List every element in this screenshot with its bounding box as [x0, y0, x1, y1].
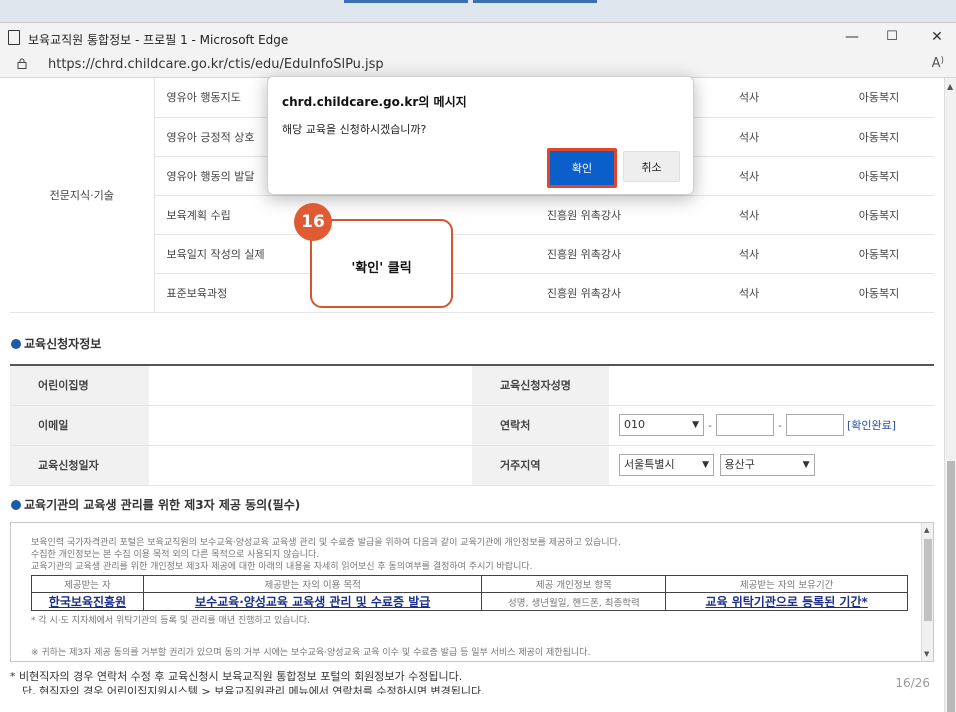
region-label: 거주지역 — [472, 445, 609, 486]
confirm-dialog: chrd.childcare.go.kr의 메시지 해당 교육을 신청하시겠습니… — [267, 76, 694, 195]
course-lecturer: 진흥원 위촉강사 — [494, 195, 674, 235]
footer-note: 단, 현직자의 경우 어린이집지원시스템 > 보육교직원관리 메뉴에서 연락처를… — [22, 685, 485, 694]
address-bar[interactable]: https://chrd.childcare.go.kr/ctis/edu/Ed… — [0, 52, 956, 78]
third-party-header: 제공받는 자 — [31, 575, 144, 593]
region-value: 서울특별시 ▼ 용산구 ▼ — [609, 445, 934, 486]
consent-box[interactable]: 보육인력 국가자격관리 포털은 보육교직원의 보수교육·양성교육 교육생 관리 … — [10, 522, 934, 662]
course-major: 아동복지 — [824, 234, 934, 274]
dash: - — [778, 418, 782, 432]
course-degree: 석사 — [674, 117, 824, 157]
taskbar-segment — [473, 0, 597, 3]
course-major: 아동복지 — [824, 273, 934, 313]
form-row: 어린이집명 교육신청자성명 — [10, 365, 934, 406]
taskbar-strip — [0, 0, 956, 22]
phone-middle-input[interactable] — [716, 414, 774, 436]
dash: - — [708, 418, 712, 432]
contact-value: 010 ▼ - - [확인완료] — [609, 405, 934, 446]
applicant-name-value — [609, 365, 934, 406]
cancel-button[interactable]: 취소 — [623, 151, 680, 182]
footer-note: * 비현직자의 경우 연락처 수정 후 교육신청시 보육교직원 통합정보 포털의… — [10, 670, 463, 683]
minimize-button[interactable]: — — [842, 29, 862, 45]
course-lecturer: 진흥원 위촉강사 — [494, 234, 674, 274]
scroll-up-icon[interactable]: ▲ — [924, 526, 929, 534]
contact-label: 연락처 — [472, 405, 609, 446]
consent-scrollbar[interactable]: ▲ ▼ — [921, 523, 933, 661]
form-row: 이메일 연락처 010 ▼ - - [확인완료] — [10, 405, 934, 446]
dialog-title: chrd.childcare.go.kr의 메시지 — [282, 95, 467, 109]
page-number: 16/26 — [895, 676, 930, 690]
course-major: 아동복지 — [824, 195, 934, 235]
phone-last-input[interactable] — [786, 414, 844, 436]
callout-text: '확인' 클릭 — [351, 261, 412, 276]
third-party-value: 한국보육진흥원 — [31, 592, 144, 611]
consent-note: ※ 귀하는 제3자 제공 동의를 거부할 권리가 있으며 동의 거부 시에는 보… — [31, 648, 591, 658]
third-party-value: 보수교육·양성교육 교육생 관리 및 수료증 발급 — [142, 592, 483, 611]
url-text[interactable]: https://chrd.childcare.go.kr/ctis/edu/Ed… — [48, 57, 384, 72]
course-degree: 석사 — [674, 234, 824, 274]
chevron-down-icon: ▼ — [802, 460, 810, 470]
course-degree: 석사 — [674, 195, 824, 235]
application-date-value — [149, 445, 472, 486]
taskbar-segment — [344, 0, 468, 3]
third-party-table: 제공받는 자 제공받는 자의 이용 목적 제공 개인정보 항목 제공받는 자의 보유기… — [31, 575, 908, 611]
applicant-form: 어린이집명 교육신청자성명 이메일 연락처 010 ▼ - - [확인완료] 교육신청일… — [10, 364, 934, 486]
bullet-icon — [11, 500, 21, 510]
applicant-name-label: 교육신청자성명 — [472, 365, 609, 406]
maximize-button[interactable]: ☐ — [882, 29, 902, 44]
consent-section-title: 교육기관의 교육생 관리를 위한 제3자 제공 동의(필수) — [11, 496, 300, 513]
browser-window: 보육교직원 통합정보 - 프로필 1 - Microsoft Edge — ☐ … — [0, 0, 956, 712]
ok-button[interactable]: 확인 — [547, 148, 617, 188]
read-aloud-icon[interactable]: A) — [932, 56, 944, 71]
course-degree: 석사 — [674, 156, 824, 196]
email-label: 이메일 — [10, 405, 149, 446]
consent-note: * 각 시·도 지자체에서 위탁기관의 등록 및 관리를 매년 진행하고 있습니… — [31, 616, 310, 626]
scroll-thumb[interactable] — [924, 539, 932, 621]
scroll-up-icon[interactable]: ▲ — [947, 82, 953, 91]
third-party-value-row: 한국보육진흥원 보수교육·양성교육 교육생 관리 및 수료증 발급 성명, 생년월일… — [31, 592, 908, 611]
step-number-badge: 16 — [294, 203, 332, 241]
course-major: 아동복지 — [824, 117, 934, 157]
phone-prefix-select[interactable]: 010 ▼ — [619, 414, 704, 436]
application-date-label: 교육신청일자 — [10, 445, 149, 486]
chevron-down-icon: ▼ — [692, 420, 699, 430]
close-button[interactable]: ✕ — [927, 29, 947, 45]
region-district-select[interactable]: 용산구 ▼ — [719, 454, 815, 476]
scroll-down-icon[interactable]: ▼ — [924, 650, 929, 658]
course-degree: 석사 — [674, 78, 824, 118]
chevron-down-icon: ▼ — [702, 460, 709, 470]
third-party-header-row: 제공받는 자 제공받는 자의 이용 목적 제공 개인정보 항목 제공받는 자의 보유기… — [31, 575, 908, 593]
third-party-value: 성명, 생년월일, 핸드폰, 최종학력 — [481, 592, 667, 611]
page-icon — [8, 30, 20, 45]
daycare-label: 어린이집명 — [10, 365, 149, 406]
daycare-value — [149, 365, 472, 406]
region-city-select[interactable]: 서울특별시 ▼ — [619, 454, 714, 476]
page-scrollbar[interactable]: ▲ — [944, 78, 956, 712]
third-party-header: 제공받는 자의 이용 목적 — [142, 575, 483, 593]
course-major: 아동복지 — [824, 156, 934, 196]
instruction-callout: '확인' 클릭 — [310, 219, 453, 308]
title-bar: 보육교직원 통합정보 - 프로필 1 - Microsoft Edge — ☐ … — [0, 22, 956, 52]
scroll-thumb[interactable] — [947, 461, 955, 712]
third-party-value: 교육 위탁기관으로 등록된 기간* — [665, 592, 908, 611]
email-value — [149, 405, 472, 446]
consent-line: 교육기관의 교육생 관리를 위한 개인정보 제3자 제공에 대한 아래의 내용을… — [31, 562, 533, 572]
verify-link[interactable]: [확인완료] — [847, 419, 896, 432]
applicant-section-title: 교육신청자정보 — [11, 335, 101, 352]
category-cell: 전문지식·기술 — [10, 78, 155, 313]
dialog-message: 해당 교육을 신청하시겠습니까? — [282, 123, 427, 136]
window-title: 보육교직원 통합정보 - 프로필 1 - Microsoft Edge — [28, 33, 289, 47]
third-party-header: 제공받는 자의 보유기간 — [665, 575, 908, 593]
third-party-header: 제공 개인정보 항목 — [481, 575, 667, 593]
lock-icon — [17, 58, 27, 69]
form-row: 교육신청일자 거주지역 서울특별시 ▼ 용산구 ▼ — [10, 445, 934, 486]
course-major: 아동복지 — [824, 78, 934, 118]
course-degree: 석사 — [674, 273, 824, 313]
bullet-icon — [11, 339, 21, 349]
course-lecturer: 진흥원 위촉강사 — [494, 273, 674, 313]
